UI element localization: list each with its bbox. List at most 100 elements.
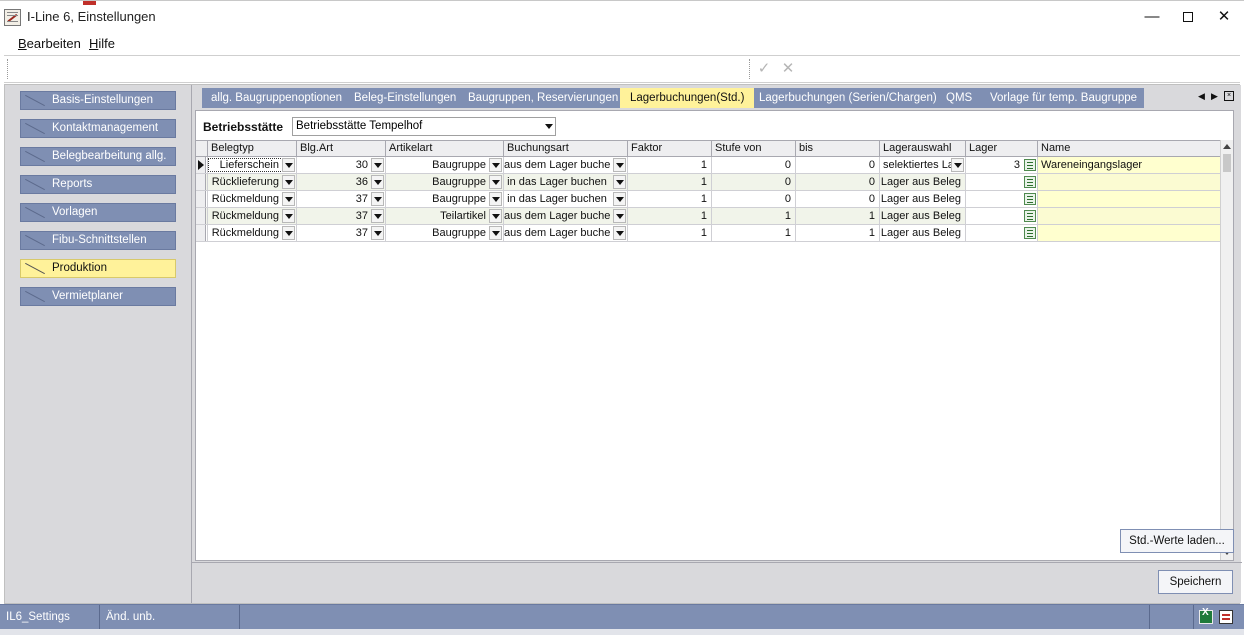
chevron-down-icon[interactable] — [489, 158, 502, 172]
cell-faktor[interactable]: 1 — [627, 208, 711, 224]
close-button[interactable]: ✕ — [1206, 3, 1242, 31]
cell-artikelart[interactable]: Baugruppe — [385, 191, 503, 207]
betriebsstaette-select[interactable]: Betriebsstätte Tempelhof — [292, 117, 556, 136]
cell-lager[interactable] — [965, 191, 1037, 207]
cell-lagerauswahl[interactable]: selektiertes La — [879, 157, 965, 173]
minimize-button[interactable]: — — [1134, 3, 1170, 31]
nav-belegbearbeitung[interactable]: Belegbearbeitung allg. — [20, 147, 176, 166]
table-row[interactable]: Rückmeldung 37 Baugruppe in das Lager bu… — [196, 191, 1220, 208]
cell-name[interactable]: Wareneingangslager — [1037, 157, 1220, 173]
cancel-icon[interactable]: ✕ — [778, 60, 798, 78]
nav-vermietplaner[interactable]: Vermietplaner — [20, 287, 176, 306]
col-belegtyp[interactable]: Belegtyp — [207, 141, 296, 156]
lager-picker-icon[interactable] — [1024, 227, 1036, 239]
tab-prev-icon[interactable]: ◀ — [1198, 91, 1205, 102]
cell-faktor[interactable]: 1 — [627, 157, 711, 173]
nav-kontaktmanagement[interactable]: Kontaktmanagement — [20, 119, 176, 138]
col-name[interactable]: Name — [1037, 141, 1220, 156]
nav-reports[interactable]: Reports — [20, 175, 176, 194]
chevron-down-icon[interactable] — [613, 226, 626, 240]
std-werte-laden-button[interactable]: Std.-Werte laden... — [1120, 529, 1234, 553]
cell-stufe-von[interactable]: 1 — [711, 208, 795, 224]
chevron-down-icon[interactable] — [371, 209, 384, 223]
cell-lager[interactable] — [965, 225, 1037, 241]
cell-faktor[interactable]: 1 — [627, 174, 711, 190]
excel-export-icon[interactable] — [1199, 607, 1213, 624]
cell-artikelart[interactable]: Teilartikel — [385, 208, 503, 224]
row-selector-current[interactable] — [196, 157, 206, 173]
cell-stufe-von[interactable]: 0 — [711, 191, 795, 207]
table-row[interactable]: Rückmeldung 37 Teilartikel aus dem Lager… — [196, 208, 1220, 225]
cell-buchungsart[interactable]: aus dem Lager buche — [503, 225, 627, 241]
row-selector[interactable] — [196, 225, 206, 241]
row-selector[interactable] — [196, 174, 206, 190]
cell-bis[interactable]: 0 — [795, 191, 879, 207]
maximize-button[interactable] — [1170, 3, 1206, 31]
chevron-down-icon[interactable] — [489, 209, 502, 223]
cell-faktor[interactable]: 1 — [627, 191, 711, 207]
chevron-down-icon[interactable] — [282, 209, 295, 223]
chevron-down-icon[interactable] — [371, 158, 384, 172]
grid-scrollbar[interactable] — [1220, 140, 1233, 560]
chevron-down-icon[interactable] — [613, 175, 626, 189]
cell-blgart[interactable]: 37 — [296, 225, 385, 241]
chevron-down-icon[interactable] — [613, 192, 626, 206]
tab-beleg-einstellungen[interactable]: Beleg-Einstellungen — [354, 88, 456, 108]
lager-picker-icon[interactable] — [1024, 210, 1036, 222]
scroll-thumb[interactable] — [1223, 154, 1231, 172]
nav-vorlagen[interactable]: Vorlagen — [20, 203, 176, 222]
chevron-down-icon[interactable] — [371, 175, 384, 189]
cell-belegtyp[interactable]: Rücklieferung — [207, 174, 296, 190]
cell-belegtyp[interactable]: Lieferschein — [207, 157, 296, 173]
chevron-down-icon[interactable] — [282, 226, 295, 240]
cell-artikelart[interactable]: Baugruppe — [385, 225, 503, 241]
tab-lagerbuchungen-std[interactable]: Lagerbuchungen(Std.) — [620, 88, 755, 108]
chevron-down-icon[interactable] — [282, 192, 295, 206]
scroll-up-icon[interactable] — [1223, 144, 1231, 149]
col-lagerauswahl[interactable]: Lagerauswahl — [879, 141, 965, 156]
nav-produktion[interactable]: Produktion — [20, 259, 176, 278]
table-row[interactable]: Lieferschein 30 Baugruppe aus dem Lager … — [196, 157, 1220, 174]
chevron-down-icon[interactable] — [545, 124, 553, 129]
cell-buchungsart[interactable]: aus dem Lager buche — [503, 157, 627, 173]
menu-bearbeiten[interactable]: Bearbeiten — [18, 36, 81, 51]
chevron-down-icon[interactable] — [371, 192, 384, 206]
chevron-down-icon[interactable] — [489, 192, 502, 206]
col-stufe-von[interactable]: Stufe von — [711, 141, 795, 156]
cell-blgart[interactable]: 37 — [296, 208, 385, 224]
cell-lagerauswahl[interactable]: Lager aus Beleg — [879, 174, 965, 190]
pdf-export-icon[interactable] — [1219, 610, 1233, 624]
col-buchungsart[interactable]: Buchungsart — [503, 141, 627, 156]
tab-baugruppen-reservierungen[interactable]: Baugruppen, Reservierungen — [468, 88, 618, 108]
chevron-down-icon[interactable] — [951, 158, 964, 172]
cell-artikelart[interactable]: Baugruppe — [385, 157, 503, 173]
cell-belegtyp[interactable]: Rückmeldung — [207, 208, 296, 224]
row-selector[interactable] — [196, 208, 206, 224]
cell-name[interactable] — [1037, 191, 1220, 207]
menu-hilfe[interactable]: Hilfe — [89, 36, 115, 51]
cell-stufe-von[interactable]: 0 — [711, 157, 795, 173]
cell-name[interactable] — [1037, 208, 1220, 224]
cell-lagerauswahl[interactable]: Lager aus Beleg — [879, 208, 965, 224]
chevron-down-icon[interactable] — [613, 158, 626, 172]
chevron-down-icon[interactable] — [282, 175, 295, 189]
lager-picker-icon[interactable] — [1024, 193, 1036, 205]
cell-bis[interactable]: 0 — [795, 174, 879, 190]
tab-next-icon[interactable]: ▶ — [1211, 91, 1218, 102]
cell-lager[interactable] — [965, 208, 1037, 224]
cell-blgart[interactable]: 36 — [296, 174, 385, 190]
cell-artikelart[interactable]: Baugruppe — [385, 174, 503, 190]
confirm-icon[interactable]: ✓ — [754, 60, 774, 78]
col-blgart[interactable]: Blg.Art — [296, 141, 385, 156]
cell-bis[interactable]: 0 — [795, 157, 879, 173]
chevron-down-icon[interactable] — [282, 158, 295, 172]
chevron-down-icon[interactable] — [371, 226, 384, 240]
cell-bis[interactable]: 1 — [795, 225, 879, 241]
col-bis[interactable]: bis — [795, 141, 879, 156]
chevron-down-icon[interactable] — [489, 175, 502, 189]
cell-name[interactable] — [1037, 225, 1220, 241]
cell-buchungsart[interactable]: in das Lager buchen — [503, 174, 627, 190]
cell-lager[interactable] — [965, 174, 1037, 190]
row-selector[interactable] — [196, 191, 206, 207]
cell-lagerauswahl[interactable]: Lager aus Beleg — [879, 191, 965, 207]
